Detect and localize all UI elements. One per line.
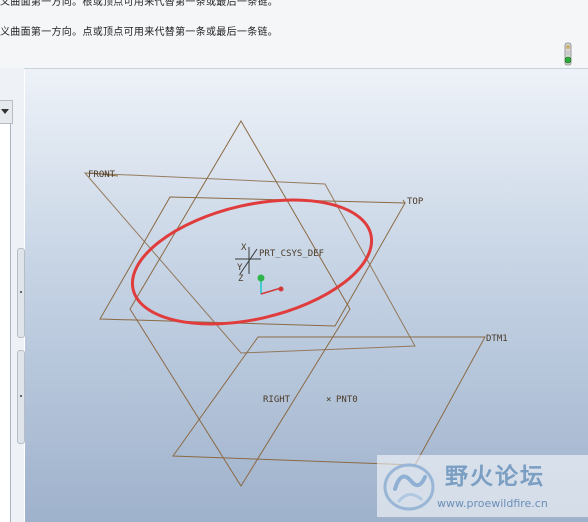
datum-plane-front bbox=[129, 120, 351, 487]
message-line-current: 义曲面第一方向。点或顶点可用来代替第一条或最后一条链。 bbox=[0, 27, 279, 38]
label-front: FRONT bbox=[88, 170, 116, 180]
panel-sash-upper[interactable] bbox=[17, 248, 25, 338]
point-marker: × bbox=[326, 395, 331, 405]
label-csys: PRT_CSYS_DEF bbox=[259, 249, 324, 259]
chevron-down-icon bbox=[1, 109, 9, 114]
highlight-ellipse bbox=[130, 198, 374, 326]
forum-url: www.proewildfire.cn bbox=[437, 497, 548, 510]
traffic-light-icon[interactable] bbox=[561, 42, 575, 66]
datum-plane-side bbox=[83, 172, 416, 354]
label-top: TOP bbox=[407, 197, 424, 207]
navigator-dropdown[interactable] bbox=[0, 100, 13, 124]
label-axis-y: Y bbox=[237, 263, 243, 273]
panel-sash-lower[interactable] bbox=[17, 350, 25, 444]
label-right: RIGHT bbox=[263, 395, 291, 405]
label-axis-x: X bbox=[241, 243, 247, 253]
label-axis-z: Z bbox=[238, 274, 244, 284]
label-dtm1: DTM1 bbox=[486, 334, 508, 344]
forum-watermark: 野火论坛 www.proewildfire.cn bbox=[377, 455, 588, 517]
forum-logo-icon bbox=[383, 463, 435, 511]
label-pnt0: PNT0 bbox=[336, 395, 358, 405]
message-line-previous: 义曲面第一方向。根或顶点可用来代替第一条或最后一条链。 bbox=[0, 0, 279, 8]
forum-title: 野火论坛 bbox=[445, 464, 545, 490]
message-area: 义曲面第一方向。根或顶点可用来代替第一条或最后一条链。 义曲面第一方向。点或顶点… bbox=[0, 0, 588, 68]
model-tree-panel[interactable] bbox=[0, 124, 11, 522]
